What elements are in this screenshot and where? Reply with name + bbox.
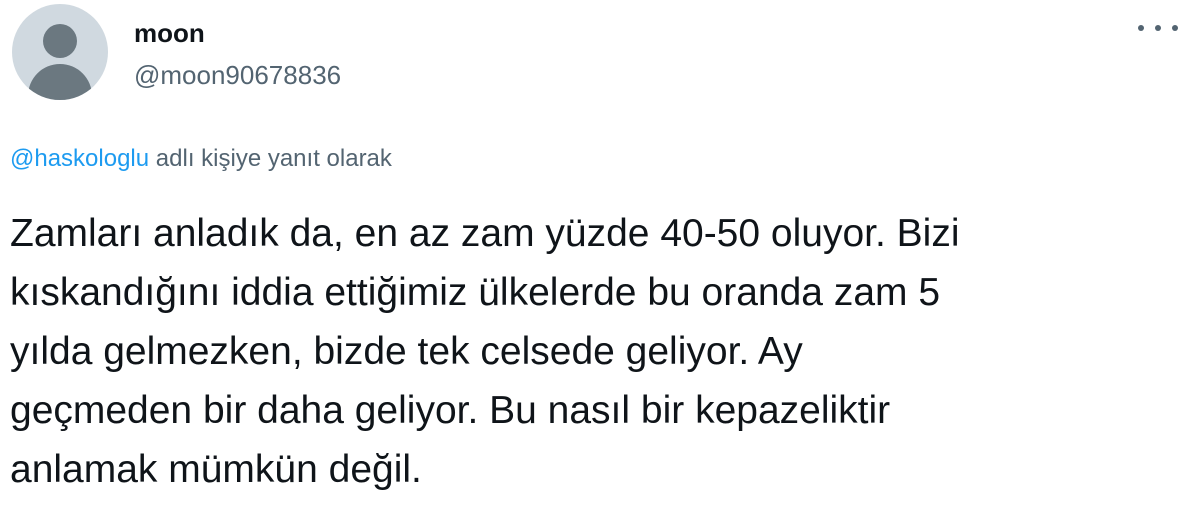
tweet-text-line: yılda gelmezken, bizde tek celsede geliy… <box>10 330 803 373</box>
more-horizontal-icon <box>1138 25 1144 31</box>
more-options-button[interactable] <box>1138 18 1178 38</box>
tweet-text-line: geçmeden bir daha geliyor. Bu nasıl bir … <box>10 389 891 432</box>
tweet-text: Zamları anladık da, en az zam yüzde 40-5… <box>10 204 1180 499</box>
reply-mention-link[interactable]: @haskologlu <box>10 145 149 172</box>
tweet-card: moon @moon90678836 @haskologlu adlı kişi… <box>0 0 1200 512</box>
display-name[interactable]: moon <box>134 18 205 48</box>
tweet-text-line: Zamları anladık da, en az zam yüzde 40-5… <box>10 212 960 255</box>
avatar[interactable] <box>12 4 108 100</box>
more-horizontal-icon <box>1155 25 1161 31</box>
tweet-text-line: anlamak mümkün değil. <box>10 448 422 491</box>
more-horizontal-icon <box>1172 25 1178 31</box>
reply-context: @haskologlu adlı kişiye yanıt olarak <box>10 144 392 174</box>
user-handle[interactable]: @moon90678836 <box>134 60 341 90</box>
tweet-text-line: kıskandığını iddia ettiğimiz ülkelerde b… <box>10 271 941 314</box>
reply-context-label: adlı kişiye yanıt olarak <box>149 145 392 172</box>
default-profile-icon <box>43 24 77 58</box>
default-profile-icon-body <box>28 64 92 100</box>
